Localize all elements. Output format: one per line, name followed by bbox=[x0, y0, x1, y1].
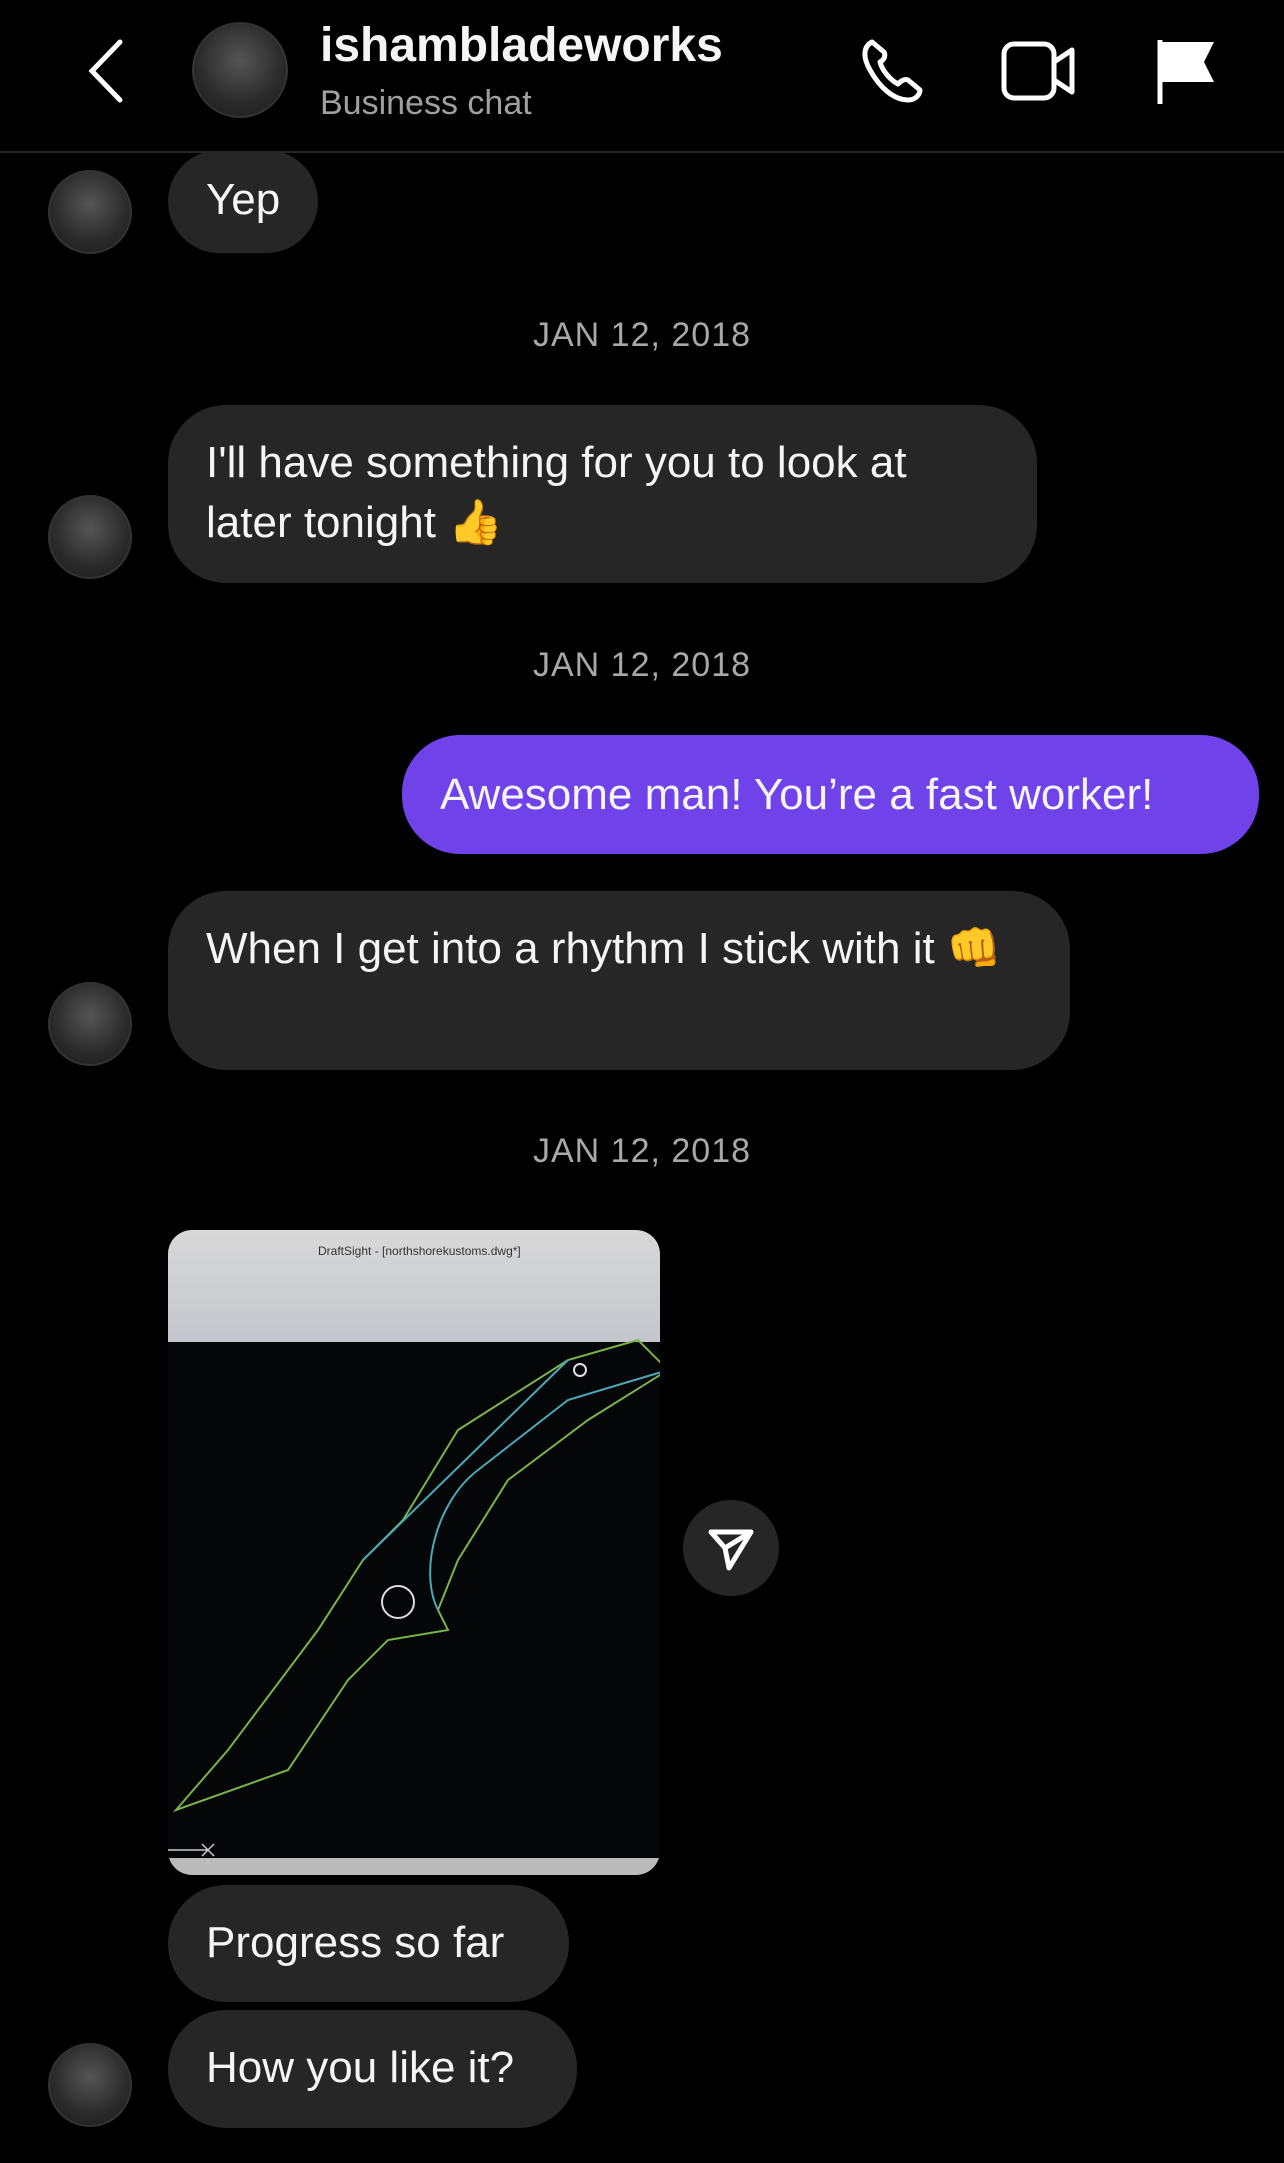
message-text: I'll have something for you to look at l… bbox=[206, 438, 907, 547]
message-bubble[interactable]: When I get into a rhythm I stick with it… bbox=[168, 891, 1070, 1070]
message-text: When I get into a rhythm I stick with it… bbox=[206, 924, 1002, 973]
message-text: Awesome man! You’re a fast worker! bbox=[440, 770, 1154, 819]
knife-drawing bbox=[168, 1338, 660, 1857]
shared-image[interactable]: DraftSight - [northshorekustoms.dwg*] bbox=[168, 1230, 660, 1875]
avatar[interactable] bbox=[48, 2043, 132, 2127]
message-text: Progress so far bbox=[206, 1918, 505, 1967]
message-bubble[interactable]: Progress so far bbox=[168, 1885, 569, 2002]
send-icon bbox=[708, 1529, 754, 1571]
message-bubble[interactable]: Yep bbox=[168, 150, 319, 253]
date-separator: JAN 12, 2018 bbox=[532, 646, 752, 684]
date-separator: JAN 12, 2018 bbox=[532, 316, 752, 354]
flag-icon[interactable] bbox=[1154, 36, 1220, 106]
date-separator: JAN 12, 2018 bbox=[532, 1132, 752, 1170]
avatar[interactable] bbox=[48, 170, 132, 254]
back-chevron-icon[interactable] bbox=[84, 38, 128, 104]
message-text: How you like it? bbox=[206, 2043, 515, 2092]
video-camera-icon[interactable] bbox=[1000, 40, 1080, 102]
chat-header: ishambladeworks Business chat bbox=[0, 0, 1284, 153]
message-bubble[interactable]: How you like it? bbox=[168, 2010, 577, 2128]
my-message-bubble[interactable]: Awesome man! You’re a fast worker! bbox=[402, 735, 1259, 854]
image-statusbar bbox=[168, 1858, 660, 1875]
avatar[interactable] bbox=[48, 495, 132, 579]
avatar[interactable] bbox=[192, 22, 288, 118]
avatar[interactable] bbox=[48, 982, 132, 1066]
message-text: Yep bbox=[206, 175, 281, 224]
phone-icon[interactable] bbox=[858, 36, 928, 106]
chat-subtitle: Business chat bbox=[320, 84, 532, 122]
chat-title[interactable]: ishambladeworks bbox=[320, 18, 723, 73]
message-bubble[interactable]: I'll have something for you to look at l… bbox=[168, 405, 1037, 583]
share-button[interactable] bbox=[683, 1500, 779, 1596]
